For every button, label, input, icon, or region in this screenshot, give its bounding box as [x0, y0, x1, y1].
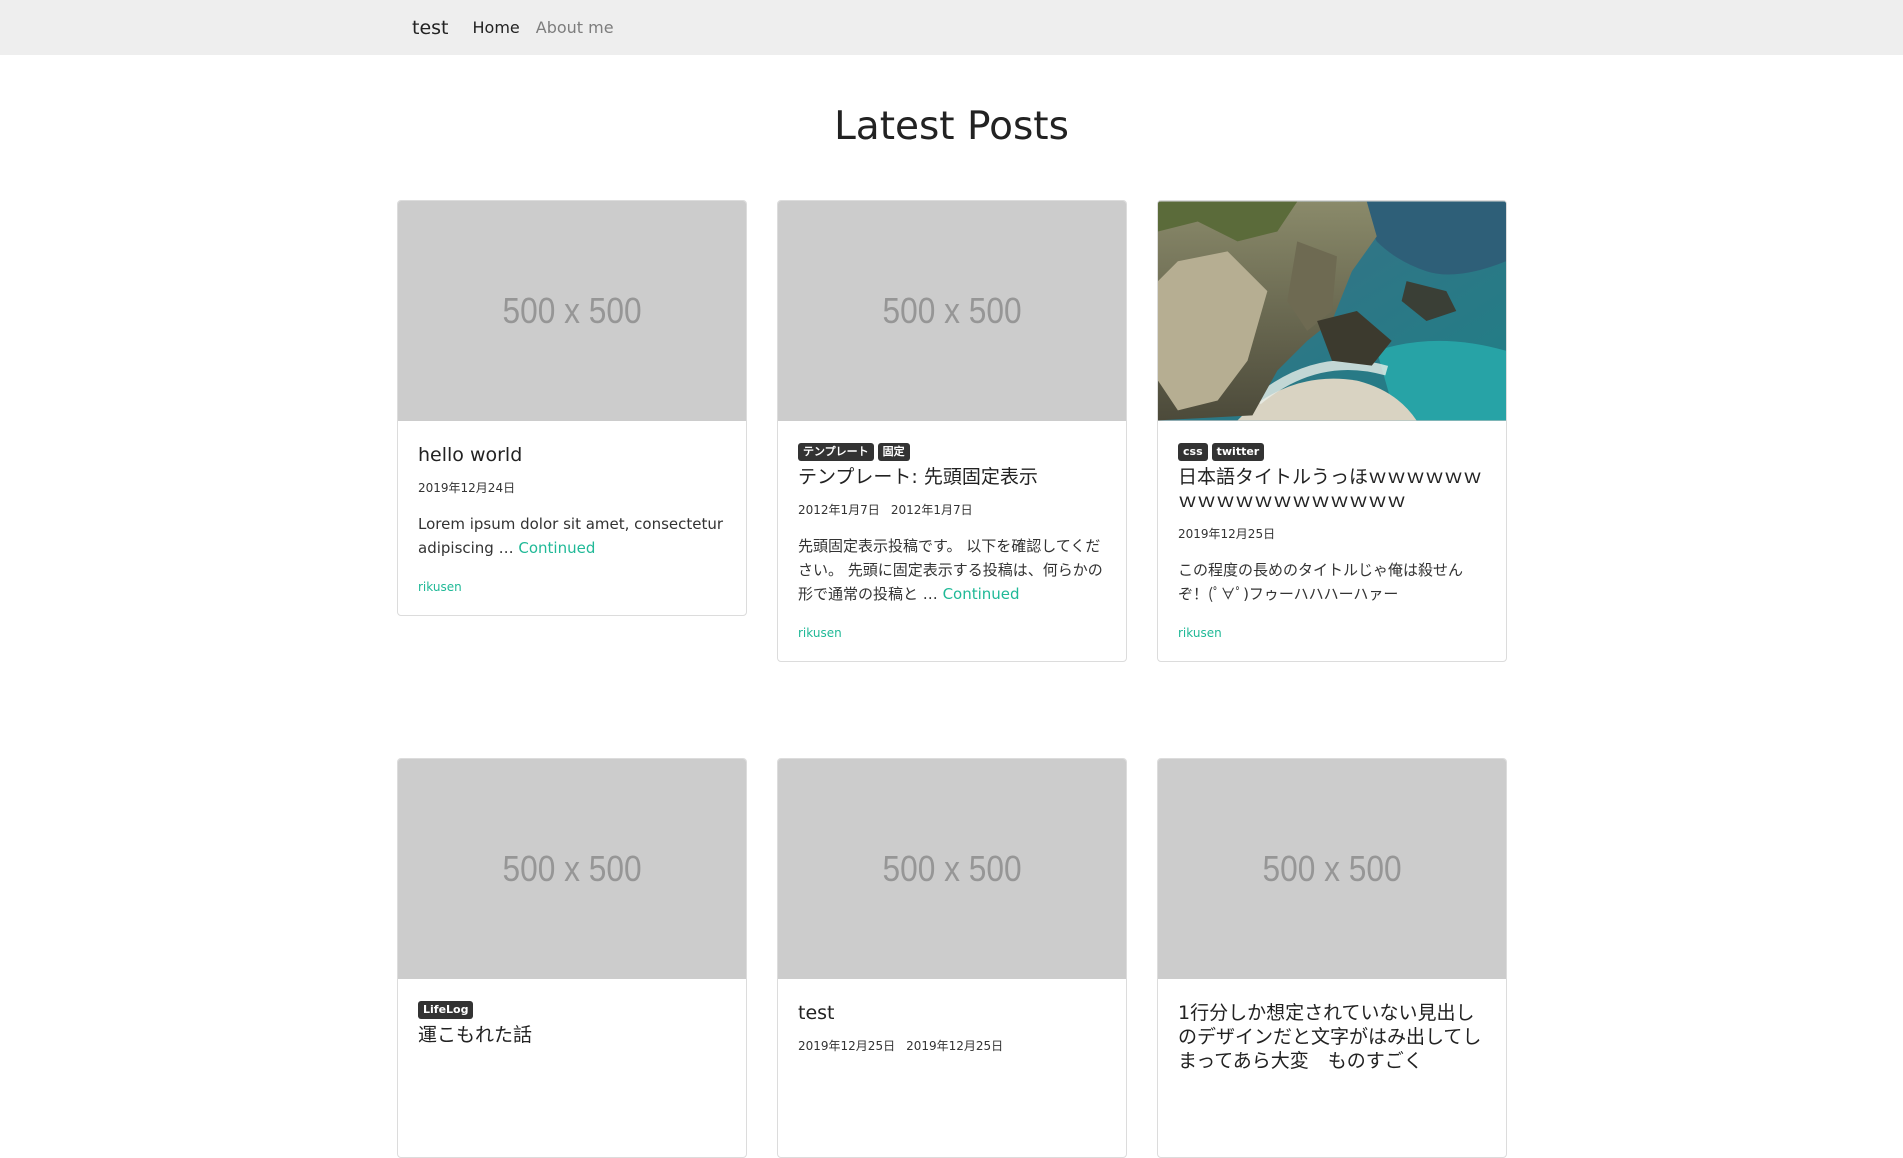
tag-badge[interactable]: テンプレート — [798, 443, 874, 461]
placeholder-label: 500 x 500 — [1262, 848, 1402, 889]
nav-link-home[interactable]: Home — [473, 18, 520, 37]
post-card: 500 x 500 1行分しか想定されていない見出しのデザインだと文字がはみ出し… — [1157, 758, 1507, 1158]
tag-badge[interactable]: twitter — [1211, 443, 1265, 461]
post-thumbnail-photo[interactable] — [1158, 201, 1506, 421]
tag-badge[interactable]: css — [1178, 443, 1208, 461]
post-thumbnail-placeholder[interactable]: 500 x 500 — [778, 201, 1126, 421]
post-card: 500 x 500 LifeLog 運こもれた話 — [397, 758, 747, 1158]
post-title[interactable]: 運こもれた話 — [418, 1023, 726, 1047]
post-card: css twitter 日本語タイトルうっほｗｗｗｗｗｗｗｗｗｗｗｗｗｗｗｗｗｗ… — [1157, 200, 1507, 662]
post-title[interactable]: test — [798, 1001, 1106, 1025]
navbar: test Home About me — [0, 0, 1903, 55]
post-date-published: 2019年12月25日 — [798, 1039, 896, 1053]
post-title[interactable]: 日本語タイトルうっほｗｗｗｗｗｗｗｗｗｗｗｗｗｗｗｗｗｗ — [1178, 465, 1486, 513]
post-thumbnail-placeholder[interactable]: 500 x 500 — [398, 201, 746, 421]
post-date-published: 2012年1月7日 — [798, 503, 880, 517]
placeholder-label: 500 x 500 — [502, 290, 642, 331]
post-card: 500 x 500 hello world 2019年12月24日 Lorem … — [397, 200, 747, 616]
placeholder-label: 500 x 500 — [882, 290, 1022, 331]
post-date-modified: 2019年12月25日 — [906, 1039, 1004, 1053]
post-title[interactable]: hello world — [418, 443, 726, 467]
navbar-brand[interactable]: test — [412, 17, 449, 39]
placeholder-label: 500 x 500 — [502, 848, 642, 889]
placeholder-label: 500 x 500 — [882, 848, 1022, 889]
post-card: 500 x 500 test 2019年12月25日 2019年12月25日 — [777, 758, 1127, 1158]
post-card: 500 x 500 テンプレート 固定 テンプレート: 先頭固定表示 2012年… — [777, 200, 1127, 662]
post-date: 2012年1月7日 2012年1月7日 — [798, 501, 1106, 518]
post-author[interactable]: rikusen — [1178, 626, 1222, 640]
tag-badge[interactable]: LifeLog — [418, 1001, 474, 1019]
post-title[interactable]: テンプレート: 先頭固定表示 — [798, 465, 1106, 489]
post-date-published: 2019年12月24日 — [418, 481, 516, 495]
post-thumbnail-placeholder[interactable]: 500 x 500 — [778, 759, 1126, 979]
post-date: 2019年12月25日 2019年12月25日 — [798, 1037, 1106, 1054]
post-date: 2019年12月25日 — [1178, 525, 1486, 542]
post-tags: css twitter — [1178, 443, 1486, 461]
post-title[interactable]: 1行分しか想定されていない見出しのデザインだと文字がはみ出してしまってあら大変 … — [1178, 1001, 1486, 1073]
post-thumbnail-placeholder[interactable]: 500 x 500 — [398, 759, 746, 979]
post-tags: LifeLog — [418, 1001, 726, 1019]
post-author[interactable]: rikusen — [798, 626, 842, 640]
post-date-modified: 2012年1月7日 — [890, 503, 973, 517]
post-thumbnail-placeholder[interactable]: 500 x 500 — [1158, 759, 1506, 979]
post-date-published: 2019年12月25日 — [1178, 527, 1276, 541]
navbar-inner: test Home About me — [412, 0, 630, 55]
post-author[interactable]: rikusen — [418, 580, 462, 594]
tag-badge[interactable]: 固定 — [877, 443, 910, 461]
post-excerpt-text: この程度の長めのタイトルじゃ俺は殺せんぞ！(ﾟ∀ﾟ)フゥーハハハーハァー — [1178, 561, 1464, 603]
page-title: Latest Posts — [834, 104, 1069, 149]
continued-link[interactable]: Continued — [518, 539, 595, 557]
post-excerpt: 先頭固定表示投稿です。 以下を確認してください。 先頭に固定表示する投稿は、何ら… — [798, 534, 1106, 606]
continued-link[interactable]: Continued — [943, 585, 1020, 603]
coastal-cliff-photo — [1158, 201, 1506, 421]
nav-link-about-me[interactable]: About me — [536, 18, 614, 37]
post-excerpt: この程度の長めのタイトルじゃ俺は殺せんぞ！(ﾟ∀ﾟ)フゥーハハハーハァー — [1178, 558, 1486, 606]
post-date: 2019年12月24日 — [418, 479, 726, 496]
post-excerpt: Lorem ipsum dolor sit amet, consectetur … — [418, 512, 726, 560]
post-tags: テンプレート 固定 — [798, 443, 1106, 461]
